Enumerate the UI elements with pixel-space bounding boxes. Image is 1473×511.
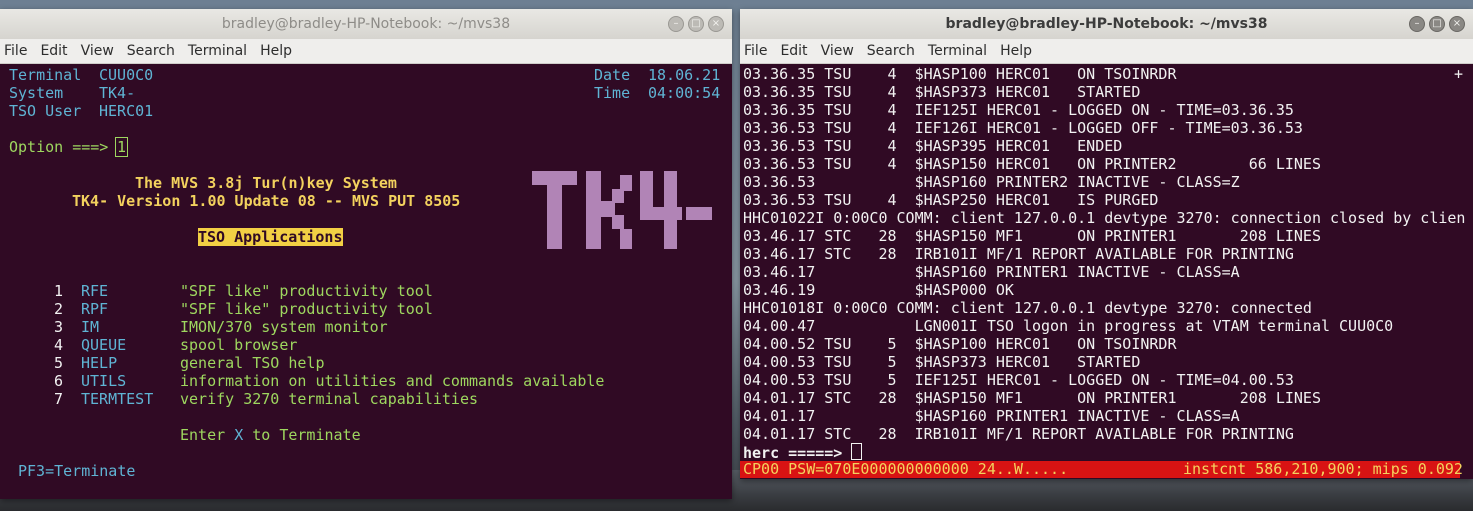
app-name[interactable]: QUEUE [81, 336, 126, 354]
log-line: 03.36.53 $HASP160 PRINTER2 INACTIVE - CL… [743, 173, 1240, 191]
log-line: 03.46.19 $HASP000 OK [743, 281, 1014, 299]
enter-instruction: Enter X to Terminate [180, 426, 361, 444]
log-line: 04.01.17 STC 28 IRB101I MF/1 REPORT AVAI… [743, 425, 1294, 443]
log-line: 03.46.17 $HASP160 PRINTER1 INACTIVE - CL… [743, 263, 1240, 281]
menu-edit[interactable]: Edit [40, 43, 67, 59]
tsouser-label: TSO User [9, 102, 82, 120]
log-line: 04.01.17 $HASP160 PRINTER1 INACTIVE - CL… [743, 407, 1240, 425]
log-line: 03.46.17 STC 28 IRB101I MF/1 REPORT AVAI… [743, 245, 1294, 263]
log-line: 03.36.53 TSU 4 $HASP250 HERC01 IS PURGED [743, 191, 1159, 209]
app-name[interactable]: TERMTEST [81, 390, 153, 408]
status-bar: CP00 PSW=070E000000000000 24..W..... ins… [740, 460, 1463, 478]
app-desc: information on utilities and commands av… [180, 372, 605, 390]
right-titlebar[interactable]: bradley@bradley-HP-Notebook: ~/mvs38 – □… [740, 9, 1473, 39]
time-value: 04:00:54 [648, 84, 721, 102]
right-window-title: bradley@bradley-HP-Notebook: ~/mvs38 [945, 16, 1268, 32]
menu-search[interactable]: Search [867, 43, 915, 59]
left-window-title: bradley@bradley-HP-Notebook: ~/mvs38 [221, 16, 511, 32]
minimize-icon[interactable]: – [1409, 16, 1425, 32]
app-number: 6 [54, 372, 64, 390]
log-line: 04.00.53 TSU 5 $HASP373 HERC01 STARTED [743, 353, 1141, 371]
terminal-label: Terminal [9, 66, 82, 84]
app-desc: verify 3270 terminal capabilities [180, 390, 479, 408]
menu-terminal[interactable]: Terminal [188, 43, 247, 59]
close-icon[interactable]: × [1449, 16, 1465, 32]
app-number: 4 [54, 336, 64, 354]
tso-applications-heading: TSO Applications [198, 228, 343, 246]
menu-search[interactable]: Search [127, 43, 175, 59]
log-line: 03.36.53 TSU 4 $HASP150 HERC01 ON PRINTE… [743, 155, 1321, 173]
right-terminal-screen[interactable]: + 03.36.35 TSU 4 $HASP100 HERC01 ON TSOI… [740, 64, 1473, 479]
enter-word: Enter [180, 426, 226, 444]
left-terminal-screen[interactable]: Terminal CUU0C0 System TK4- TSO User HER… [0, 64, 732, 499]
app-desc: IMON/370 system monitor [180, 318, 388, 336]
system-label: System [9, 84, 64, 102]
log-line: 03.36.35 TSU 4 $HASP100 HERC01 ON TSOINR… [743, 65, 1177, 83]
menu-file[interactable]: File [744, 43, 767, 59]
menu-view[interactable]: View [821, 43, 854, 59]
log-line: 04.00.52 TSU 5 $HASP100 HERC01 ON TSOINR… [743, 335, 1177, 353]
left-menubar: File Edit View Search Terminal Help [0, 39, 732, 64]
menu-help[interactable]: Help [1000, 43, 1032, 59]
log-line: 03.36.53 TSU 4 IEF126I HERC01 - LOGGED O… [743, 119, 1303, 137]
right-terminal-window[interactable]: bradley@bradley-HP-Notebook: ~/mvs38 – □… [740, 9, 1473, 479]
text-cursor [851, 443, 863, 460]
log-line: 04.00.53 TSU 5 IEF125I HERC01 - LOGGED O… [743, 371, 1294, 389]
menu-file[interactable]: File [4, 43, 27, 59]
tsouser-value: HERC01 [99, 102, 154, 120]
status-left: CP00 PSW=070E000000000000 24..W..... [743, 460, 1069, 478]
left-terminal-window[interactable]: bradley@bradley-HP-Notebook: ~/mvs38 – □… [0, 9, 732, 499]
log-line: HHC01018I 0:00C0 COMM: client 127.0.0.1 … [743, 299, 1312, 317]
menu-help[interactable]: Help [260, 43, 292, 59]
pf3-terminate[interactable]: PF3=Terminate [18, 462, 135, 480]
system-value: TK4- [99, 84, 136, 102]
app-name[interactable]: RFE [81, 282, 108, 300]
app-desc: spool browser [180, 336, 298, 354]
option-input[interactable]: 1 [115, 137, 129, 157]
banner-line-1: The MVS 3.8j Tur(n)key System [135, 174, 397, 192]
log-line: 03.36.35 TSU 4 $HASP373 HERC01 STARTED [743, 83, 1141, 101]
date-label: Date [594, 66, 631, 84]
status-right: instcnt 586,210,900; mips 0.092 [1183, 460, 1463, 478]
close-icon[interactable]: × [708, 16, 724, 32]
time-label: Time [594, 84, 631, 102]
tk4-logo [532, 171, 712, 249]
log-line: 03.36.53 TSU 4 $HASP395 HERC01 ENDED [743, 137, 1123, 155]
left-titlebar[interactable]: bradley@bradley-HP-Notebook: ~/mvs38 – □… [0, 9, 732, 39]
terminal-value: CUU0C0 [99, 66, 154, 84]
app-desc: "SPF like" productivity tool [180, 300, 433, 318]
right-menubar: File Edit View Search Terminal Help [740, 39, 1473, 64]
menu-view[interactable]: View [81, 43, 114, 59]
app-desc: "SPF like" productivity tool [180, 282, 433, 300]
maximize-icon[interactable]: □ [688, 16, 704, 32]
minimize-icon[interactable]: – [668, 16, 684, 32]
log-line: 04.01.17 STC 28 $HASP150 MF1 ON PRINTER1… [743, 389, 1321, 407]
app-name[interactable]: IM [81, 318, 99, 336]
app-desc: general TSO help [180, 354, 325, 372]
app-number: 2 [54, 300, 64, 318]
app-number: 7 [54, 390, 64, 408]
option-prompt: Option ===> [9, 138, 109, 156]
maximize-icon[interactable]: □ [1429, 16, 1445, 32]
app-number: 1 [54, 282, 64, 300]
date-value: 18.06.21 [648, 66, 721, 84]
app-name[interactable]: RPF [81, 300, 108, 318]
menu-edit[interactable]: Edit [780, 43, 807, 59]
app-name[interactable]: UTILS [81, 372, 126, 390]
app-name[interactable]: HELP [81, 354, 117, 372]
log-line: 04.00.47 LGN001I TSO logon in progress a… [743, 317, 1394, 335]
log-line: HHC01022I 0:00C0 COMM: client 127.0.0.1 … [743, 209, 1466, 227]
menu-terminal[interactable]: Terminal [928, 43, 987, 59]
enter-x: X [234, 426, 244, 444]
app-number: 5 [54, 354, 64, 372]
enter-terminate: to Terminate [252, 426, 361, 444]
log-line: 03.46.17 STC 28 $HASP150 MF1 ON PRINTER1… [743, 227, 1321, 245]
log-line: 03.36.35 TSU 4 IEF125I HERC01 - LOGGED O… [743, 101, 1294, 119]
plus-marker: + [1454, 65, 1464, 83]
app-number: 3 [54, 318, 64, 336]
banner-line-2: TK4- Version 1.00 Update 08 -- MVS PUT 8… [72, 192, 461, 210]
